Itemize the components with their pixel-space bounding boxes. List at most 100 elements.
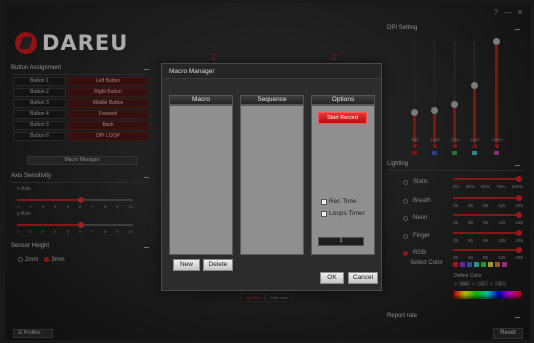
dpi-active-dot[interactable]: [453, 144, 457, 148]
lighting-slider[interactable]: [453, 195, 522, 201]
dpi-knob[interactable]: [471, 82, 478, 90]
dpi-active-dot[interactable]: [473, 144, 477, 148]
radio-icon: [18, 257, 23, 262]
dpi-level-slider[interactable]: 2400: [445, 41, 465, 155]
ok-button[interactable]: OK: [320, 272, 344, 284]
button-function-select[interactable]: Right Button: [68, 88, 148, 97]
color-swatch[interactable]: [502, 262, 507, 267]
color-swatch[interactable]: [460, 262, 465, 267]
tick-label: 35: [453, 255, 459, 260]
x-axis-slider[interactable]: [17, 197, 133, 203]
collapse-icon[interactable]: [144, 247, 149, 248]
sensor-height-2mm[interactable]: 2mm: [18, 257, 38, 263]
button-function-select[interactable]: Back: [68, 121, 148, 130]
dpi-active-dot[interactable]: [495, 144, 499, 148]
green-input[interactable]: 0: [477, 281, 489, 286]
options-panel: [311, 105, 375, 255]
sequence-list[interactable]: [240, 105, 304, 255]
dpi-level-slider[interactable]: 1200: [425, 41, 445, 155]
tick-label: 3: [41, 229, 45, 234]
collapse-icon[interactable]: [515, 165, 520, 166]
color-spectrum-picker[interactable]: [454, 291, 521, 299]
rec-time-label: Rec Time: [329, 198, 357, 205]
color-swatch[interactable]: [481, 262, 486, 267]
lighting-mode-rgb[interactable]: RGB: [403, 250, 426, 256]
color-swatch[interactable]: [488, 262, 493, 267]
dpi-level-slider[interactable]: 800: [405, 41, 425, 155]
tick-label: 4: [54, 229, 57, 234]
button-function-select[interactable]: Left Button: [68, 77, 148, 86]
dpi-color-swatch[interactable]: [472, 151, 477, 155]
collapse-icon[interactable]: [515, 317, 520, 318]
lighting-mode-static[interactable]: Static: [403, 179, 428, 185]
dpi-color-swatch[interactable]: [452, 151, 457, 155]
button-function-select[interactable]: DPI LOOP: [68, 132, 148, 141]
red-input[interactable]: 255: [458, 281, 470, 286]
dpi-level-slider[interactable]: 6400: [465, 41, 485, 155]
dpi-track: [431, 41, 438, 143]
cancel-button[interactable]: Cancel: [348, 272, 378, 284]
tick-label: 100%: [511, 184, 523, 189]
macro-manager-button[interactable]: Macro Manager: [27, 156, 137, 165]
tick-label: 2: [29, 229, 32, 234]
tick-label: 95: [482, 220, 488, 225]
start-record-button[interactable]: Start Record: [318, 112, 367, 124]
lighting-mode-label: RGB: [413, 250, 427, 256]
dpi-level-slider[interactable]: 16000: [487, 38, 507, 155]
color-swatch[interactable]: [467, 262, 472, 267]
blue-input[interactable]: 0: [494, 281, 506, 286]
rec-time-checkbox[interactable]: Rec Time: [321, 198, 356, 205]
lighting-mode-breath[interactable]: Breath: [403, 198, 431, 204]
dpi-knob[interactable]: [451, 100, 458, 108]
dpi-knob[interactable]: [493, 38, 500, 45]
minimize-icon[interactable]: —: [504, 8, 512, 17]
slider-knob[interactable]: [78, 222, 85, 228]
radio-selected-icon: [44, 257, 50, 262]
button-row: Button 3 Middle Button: [13, 99, 148, 108]
color-swatch[interactable]: [453, 262, 458, 267]
slider-knob[interactable]: [78, 197, 85, 203]
lighting-slider[interactable]: [453, 230, 522, 236]
close-icon[interactable]: ✕: [516, 8, 524, 17]
macro-list[interactable]: [169, 105, 233, 255]
collapse-icon[interactable]: [144, 177, 149, 178]
help-icon[interactable]: ?: [492, 8, 500, 17]
dpi-color-swatch[interactable]: [412, 151, 417, 155]
reset-button[interactable]: Reset: [493, 328, 523, 339]
dpi-color-swatch[interactable]: [432, 151, 437, 155]
slider-knob[interactable]: [516, 230, 522, 236]
slider-knob[interactable]: [516, 247, 522, 253]
new-macro-button[interactable]: New: [173, 259, 200, 271]
profiles-button[interactable]: ☰ Profiles: [13, 329, 53, 338]
divider: [387, 170, 523, 171]
collapse-icon[interactable]: [515, 29, 520, 30]
lighting-slider[interactable]: [453, 212, 522, 218]
dpi-active-dot[interactable]: [433, 144, 437, 148]
dpi-knob[interactable]: [431, 106, 438, 114]
lighting-mode-finger[interactable]: Finger: [403, 233, 430, 239]
dpi-active-dot[interactable]: [413, 144, 417, 148]
collapse-icon[interactable]: [144, 69, 149, 70]
tick-label: 5: [66, 229, 69, 234]
dpi-value: 1200: [430, 137, 440, 142]
lighting-slider[interactable]: [453, 247, 522, 253]
sensor-height-3mm[interactable]: 3mm: [44, 257, 65, 263]
slider-fill: [453, 197, 519, 199]
color-swatch[interactable]: [495, 262, 500, 267]
dpi-knob[interactable]: [411, 108, 418, 116]
button-function-select[interactable]: Forward: [68, 110, 148, 119]
button-function-select[interactable]: Middle Button: [68, 99, 148, 108]
slider-knob[interactable]: [516, 195, 522, 201]
button-name: Button 1: [13, 77, 66, 86]
lighting-slider[interactable]: [453, 176, 522, 182]
lighting-mode-neon[interactable]: Neon: [403, 215, 427, 221]
delete-macro-button[interactable]: Delete: [203, 259, 233, 271]
slider-knob[interactable]: [516, 176, 522, 182]
y-axis-slider[interactable]: [17, 222, 133, 228]
color-swatch[interactable]: [474, 262, 479, 267]
loops-timer-checkbox[interactable]: Loops Timer: [321, 210, 365, 217]
dpi-color-swatch[interactable]: [494, 151, 499, 155]
loops-count-input[interactable]: 1: [318, 237, 364, 246]
lighting-ticks: 35 65 95 125 155: [453, 203, 523, 208]
slider-knob[interactable]: [516, 212, 522, 218]
